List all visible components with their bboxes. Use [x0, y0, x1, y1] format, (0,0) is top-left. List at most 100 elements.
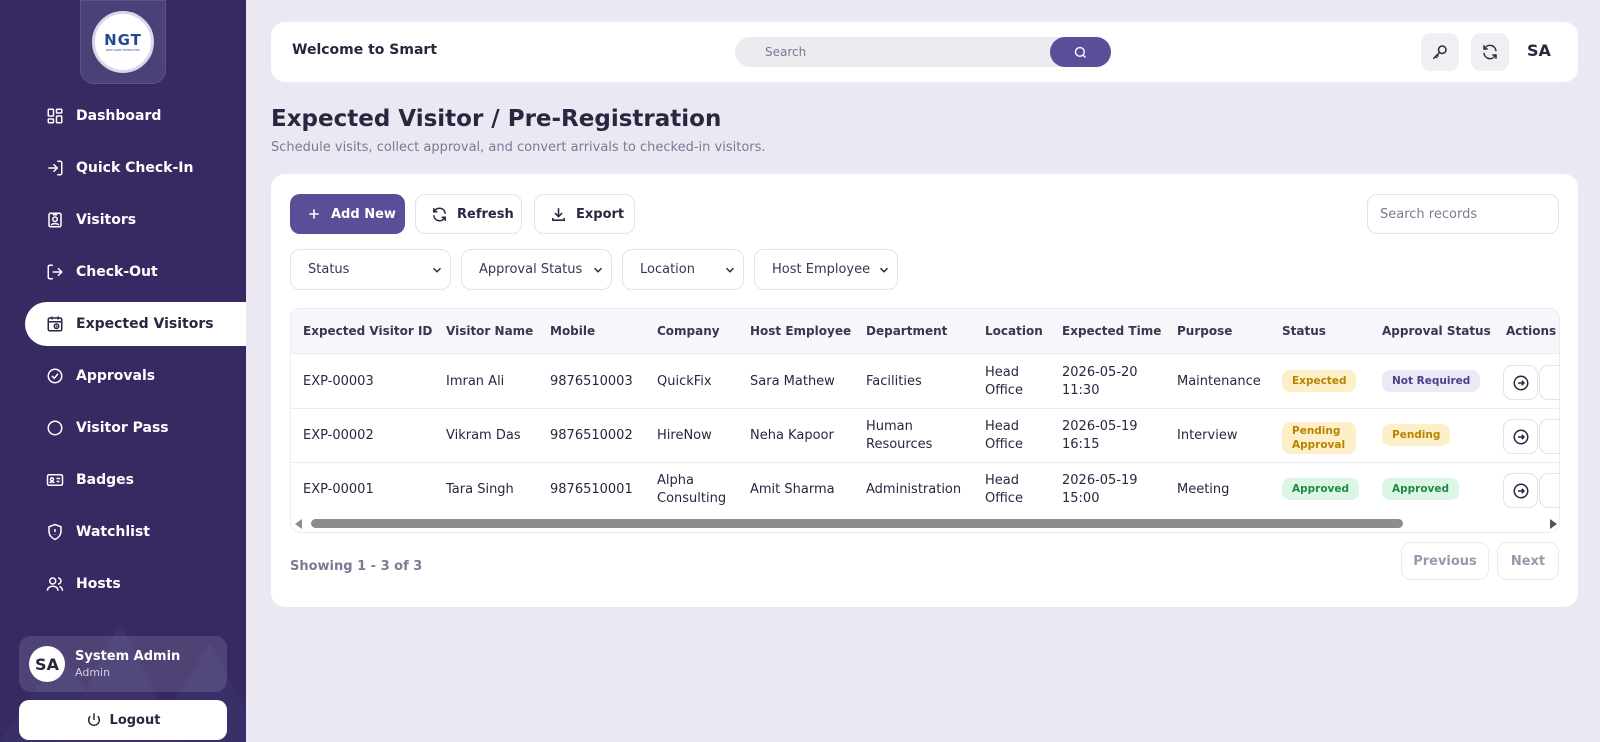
add-new-button[interactable]: Add New — [290, 194, 405, 234]
id-card-icon — [45, 471, 64, 490]
approval-status-filter[interactable]: Approval Status — [461, 249, 612, 290]
column-header[interactable]: Approval Status — [1382, 324, 1491, 338]
cell-name: Imran Ali — [446, 374, 505, 389]
scroll-left-arrow-icon[interactable] — [295, 519, 302, 529]
row-action-button[interactable] — [1503, 473, 1538, 508]
cell-department: Facilities — [866, 374, 922, 389]
cell-host: Sara Mathew — [750, 374, 835, 389]
sidebar-item-hosts[interactable]: Hosts — [25, 562, 246, 606]
cell-id: EXP-00002 — [303, 428, 374, 443]
user-card[interactable]: SA System Admin Admin — [19, 636, 227, 692]
refresh-header-button[interactable] — [1471, 33, 1509, 71]
chevron-down-icon — [877, 263, 891, 277]
refresh-button[interactable]: Refresh — [415, 194, 522, 234]
add-new-label: Add New — [331, 206, 396, 222]
host-employee-filter[interactable]: Host Employee — [754, 249, 898, 290]
sidebar-item-label: Approvals — [76, 368, 156, 384]
column-header[interactable]: Purpose — [1177, 324, 1232, 338]
search-input[interactable] — [735, 37, 1045, 67]
column-header[interactable]: Mobile — [550, 324, 595, 338]
search-icon — [1073, 45, 1088, 60]
row-action-button[interactable] — [1503, 365, 1538, 400]
refresh-icon — [431, 206, 448, 223]
key-button[interactable] — [1421, 33, 1459, 71]
shield-icon — [45, 523, 64, 542]
logo-text: NGT — [104, 31, 142, 49]
status-filter[interactable]: Status — [290, 249, 451, 290]
column-header[interactable]: Expected Visitor ID — [303, 324, 432, 338]
column-header: Actions — [1506, 324, 1557, 338]
status-badge: Approved — [1282, 478, 1360, 500]
logo: NGT NEXT-GEN TEMPLATES — [92, 11, 154, 73]
check-circle-icon — [45, 367, 64, 386]
status-badge: Expected — [1282, 370, 1357, 392]
search-records-input[interactable] — [1367, 194, 1559, 234]
row-secondary-action-button[interactable] — [1539, 473, 1559, 508]
cell-company: QuickFix — [657, 374, 712, 389]
plus-icon — [306, 206, 322, 222]
dashboard-icon — [45, 107, 64, 126]
cell-location: Head Office — [985, 419, 1023, 452]
avatar: SA — [29, 646, 65, 682]
sidebar-nav: Dashboard Quick Check-In Visitors Check-… — [0, 94, 246, 614]
column-header[interactable]: Visitor Name — [446, 324, 533, 338]
row-secondary-action-button[interactable] — [1539, 365, 1559, 400]
sidebar-item-label: Dashboard — [76, 108, 162, 124]
sidebar-item-dashboard[interactable]: Dashboard — [25, 94, 246, 138]
table-row[interactable]: EXP-00003 Imran Ali 9876510003 QuickFix … — [291, 355, 1559, 409]
sidebar-item-label: Hosts — [76, 576, 121, 592]
approval-badge: Not Required — [1382, 370, 1481, 392]
sidebar-item-visitors[interactable]: Visitors — [25, 198, 246, 242]
column-header[interactable]: Expected Time — [1062, 324, 1161, 338]
logo-box[interactable]: NGT NEXT-GEN TEMPLATES — [80, 0, 166, 84]
page-title: Expected Visitor / Pre-Registration — [271, 106, 722, 132]
welcome-text: Welcome to Smart — [292, 42, 438, 58]
cell-company: Alpha Consulting — [657, 473, 727, 506]
cell-purpose: Interview — [1177, 428, 1238, 443]
sidebar-item-check-out[interactable]: Check-Out — [25, 250, 246, 294]
top-header: Welcome to Smart SA — [271, 22, 1578, 82]
column-header[interactable]: Department — [866, 324, 947, 338]
sidebar: NGT NEXT-GEN TEMPLATES Dashboard Quick C… — [0, 0, 246, 742]
sidebar-item-expected-visitors[interactable]: Expected Visitors — [25, 302, 246, 346]
cell-time: 2026-05-19 16:15 — [1062, 419, 1138, 452]
export-button[interactable]: Export — [534, 194, 635, 234]
circle-icon — [45, 419, 64, 438]
power-icon — [86, 712, 102, 728]
sidebar-item-visitor-pass[interactable]: Visitor Pass — [25, 406, 246, 450]
next-button[interactable]: Next — [1497, 542, 1559, 580]
arrow-right-circle-icon — [1512, 374, 1530, 392]
logout-button[interactable]: Logout — [19, 700, 227, 740]
sidebar-item-label: Expected Visitors — [76, 316, 214, 332]
column-header[interactable]: Company — [657, 324, 720, 338]
scroll-right-arrow-icon[interactable] — [1550, 519, 1557, 529]
cell-name: Vikram Das — [446, 428, 521, 443]
table-row[interactable]: EXP-00001 Tara Singh 9876510001 Alpha Co… — [291, 463, 1559, 517]
logout-label: Logout — [109, 712, 161, 728]
page-subtitle: Schedule visits, collect approval, and c… — [271, 140, 766, 155]
key-icon — [1431, 43, 1449, 61]
header-search — [735, 37, 1111, 67]
sidebar-item-approvals[interactable]: Approvals — [25, 354, 246, 398]
column-header[interactable]: Location — [985, 324, 1043, 338]
table-row[interactable]: EXP-00002 Vikram Das 9876510002 HireNow … — [291, 409, 1559, 463]
row-secondary-action-button[interactable] — [1539, 419, 1559, 454]
scroll-thumb[interactable] — [311, 519, 1403, 528]
sidebar-item-quick-check-in[interactable]: Quick Check-In — [25, 146, 246, 190]
approval-badge: Pending — [1382, 424, 1451, 446]
column-header[interactable]: Status — [1282, 324, 1326, 338]
row-action-button[interactable] — [1503, 419, 1538, 454]
header-user-initials[interactable]: SA — [1527, 41, 1551, 60]
column-header[interactable]: Host Employee — [750, 324, 851, 338]
horizontal-scrollbar[interactable] — [291, 514, 1559, 532]
download-icon — [550, 206, 567, 223]
previous-button[interactable]: Previous — [1401, 542, 1489, 580]
cell-purpose: Maintenance — [1177, 374, 1261, 389]
approval-badge: Approved — [1382, 478, 1460, 500]
sidebar-item-label: Badges — [76, 472, 134, 488]
location-filter[interactable]: Location — [622, 249, 744, 290]
search-button[interactable] — [1050, 37, 1111, 67]
sidebar-item-watchlist[interactable]: Watchlist — [25, 510, 246, 554]
sidebar-item-badges[interactable]: Badges — [25, 458, 246, 502]
chevron-down-icon — [430, 263, 444, 277]
